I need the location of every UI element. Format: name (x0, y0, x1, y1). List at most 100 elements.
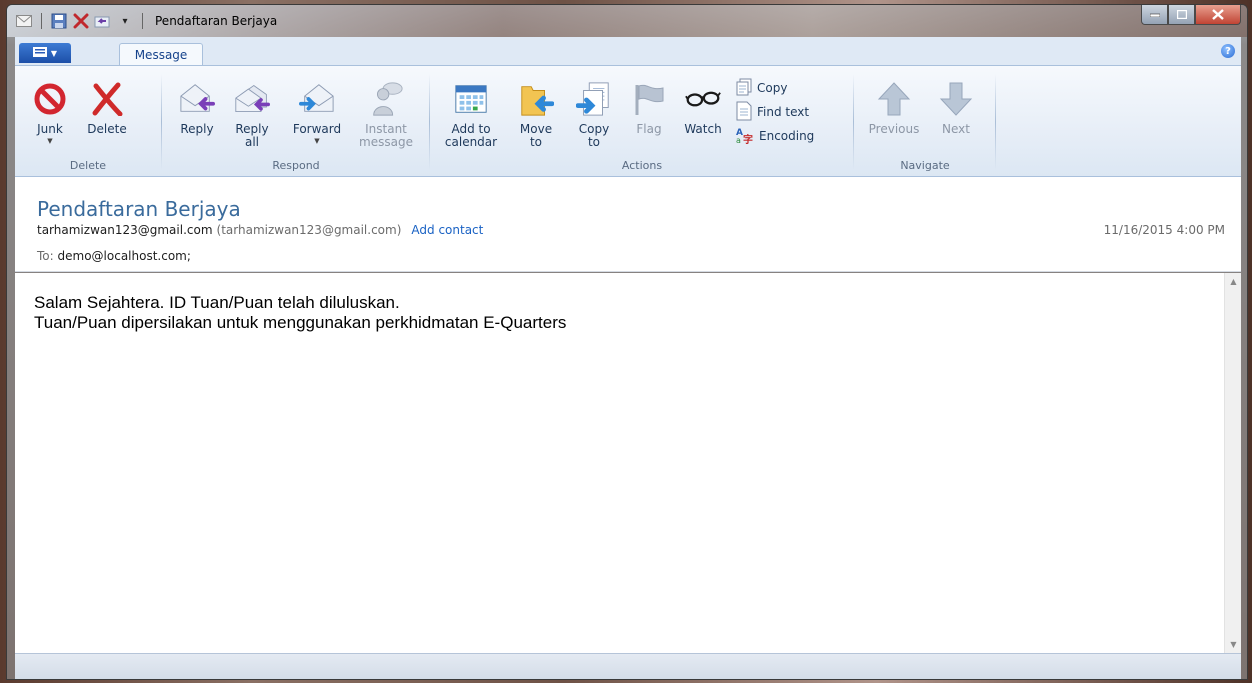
group-label-actions: Actions (621, 159, 663, 172)
window-title: Pendaftaran Berjaya (155, 14, 278, 28)
vertical-scrollbar[interactable]: ▲ ▼ (1224, 273, 1241, 653)
copy-to-label: Copy to (578, 122, 610, 149)
forward-label: Forward (292, 122, 342, 136)
person-icon (368, 80, 404, 118)
message-subject: Pendaftaran Berjaya (37, 197, 241, 221)
find-text-button[interactable]: Find text (735, 101, 810, 124)
watch-button[interactable]: Watch (677, 72, 729, 136)
save-icon[interactable] (50, 12, 68, 30)
reply-all-label: Reply all (235, 122, 269, 149)
to-line: To: demo@localhost.com; (37, 249, 191, 263)
group-separator (995, 74, 996, 170)
encoding-icon: A字a (735, 126, 755, 147)
group-label-respond: Respond (272, 159, 320, 172)
separator (41, 13, 42, 29)
find-text-label: Find text (757, 105, 810, 119)
ribbon-tab-strip: ▼ Message ? (15, 37, 1241, 65)
minimize-button[interactable] (1141, 5, 1168, 25)
chevron-down-icon: ▼ (50, 48, 58, 58)
group-separator (161, 74, 162, 170)
group-label-delete: Delete (69, 159, 107, 172)
reply-envelope-icon (179, 80, 215, 118)
junk-button[interactable]: Junk ▼ (25, 72, 75, 145)
recipient-address[interactable]: demo@localhost.com; (58, 249, 191, 263)
group-navigate: Previous Next Navigate (855, 72, 995, 176)
copy-label: Copy (757, 81, 788, 95)
title-bar: ▾ Pendaftaran Berjaya (7, 5, 1247, 37)
sender-name[interactable]: tarhamizwan123@gmail.com (37, 223, 213, 237)
copy-button[interactable]: Copy (735, 78, 787, 98)
message-date: 11/16/2015 4:00 PM (1103, 223, 1225, 237)
help-icon[interactable]: ? (1221, 44, 1235, 58)
copy-icon (735, 78, 753, 99)
app-menu-button[interactable]: ▼ (19, 43, 71, 63)
svg-text:a: a (736, 136, 741, 144)
instant-message-label: Instant message (359, 122, 413, 149)
junk-icon (32, 80, 68, 118)
delete-x-icon (89, 80, 125, 118)
customize-dropdown-icon[interactable]: ▾ (116, 12, 134, 30)
group-separator (429, 74, 430, 170)
group-label-navigate: Navigate (900, 159, 950, 172)
reply-icon[interactable] (94, 12, 112, 30)
flag-label: Flag (636, 122, 662, 136)
tab-message[interactable]: Message (119, 43, 203, 65)
move-folder-icon (518, 80, 554, 118)
sender-address: (tarhamizwan123@gmail.com) (216, 223, 402, 237)
copy-document-icon (576, 80, 612, 118)
add-to-calendar-label: Add to calendar (444, 122, 498, 149)
to-label: To: (37, 249, 54, 263)
move-to-button[interactable]: Move to (509, 72, 563, 149)
arrow-down-icon (938, 80, 974, 118)
group-respond: Reply Reply all Forward ▼ Instant messag… (163, 72, 429, 176)
reply-button[interactable]: Reply (169, 72, 225, 136)
arrow-up-icon (876, 80, 912, 118)
move-to-label: Move to (519, 122, 553, 149)
glasses-icon (685, 80, 721, 118)
maximize-button[interactable] (1168, 5, 1195, 25)
flag-icon (631, 80, 667, 118)
separator (142, 13, 143, 29)
quick-access-toolbar: ▾ Pendaftaran Berjaya (7, 12, 277, 30)
body-line: Salam Sejahtera. ID Tuan/Puan telah dilu… (34, 293, 400, 312)
instant-message-button[interactable]: Instant message (353, 72, 419, 149)
reply-label: Reply (180, 122, 214, 136)
window-controls (1141, 5, 1241, 25)
forward-button[interactable]: Forward ▼ (285, 72, 349, 145)
encoding-label: Encoding (759, 129, 815, 143)
delete-icon[interactable] (72, 12, 90, 30)
flag-button[interactable]: Flag (625, 72, 673, 136)
previous-label: Previous (868, 122, 920, 136)
body-line: Tuan/Puan dipersilakan untuk menggunakan… (34, 313, 567, 332)
group-actions: Add to calendar Move to Copy to Flag Wat… (431, 72, 853, 176)
mail-window: ▾ Pendaftaran Berjaya ▼ Message ? Junk ▼… (6, 4, 1248, 680)
envelope-icon (15, 12, 33, 30)
ribbon: Junk ▼ Delete Delete Reply Reply all For… (15, 65, 1241, 177)
message-body[interactable]: Salam Sejahtera. ID Tuan/Puan telah dilu… (15, 273, 1241, 653)
message-body-text: Salam Sejahtera. ID Tuan/Puan telah dilu… (34, 293, 566, 333)
calendar-icon (453, 80, 489, 118)
next-label: Next (942, 122, 970, 136)
delete-label: Delete (87, 122, 127, 136)
scroll-down-arrow-icon[interactable]: ▼ (1225, 636, 1242, 653)
document-icon (735, 101, 753, 124)
reply-all-button[interactable]: Reply all (225, 72, 279, 149)
close-button[interactable] (1195, 5, 1241, 25)
dropdown-arrow-icon: ▼ (314, 137, 320, 145)
message-header: Pendaftaran Berjaya tarhamizwan123@gmail… (15, 177, 1241, 272)
next-button[interactable]: Next (929, 72, 983, 136)
status-bar (15, 653, 1241, 679)
dropdown-arrow-icon: ▼ (47, 137, 53, 145)
menu-icon (32, 46, 47, 60)
copy-to-button[interactable]: Copy to (565, 72, 623, 149)
add-contact-link[interactable]: Add contact (411, 223, 483, 237)
scroll-up-arrow-icon[interactable]: ▲ (1225, 273, 1242, 290)
forward-envelope-icon (299, 80, 335, 118)
encoding-button[interactable]: A字a Encoding (735, 126, 814, 146)
previous-button[interactable]: Previous (861, 72, 927, 136)
delete-button[interactable]: Delete (79, 72, 135, 136)
add-to-calendar-button[interactable]: Add to calendar (437, 72, 505, 149)
svg-text:字: 字 (743, 133, 753, 144)
group-delete: Junk ▼ Delete Delete (15, 72, 161, 176)
group-separator (853, 74, 854, 170)
